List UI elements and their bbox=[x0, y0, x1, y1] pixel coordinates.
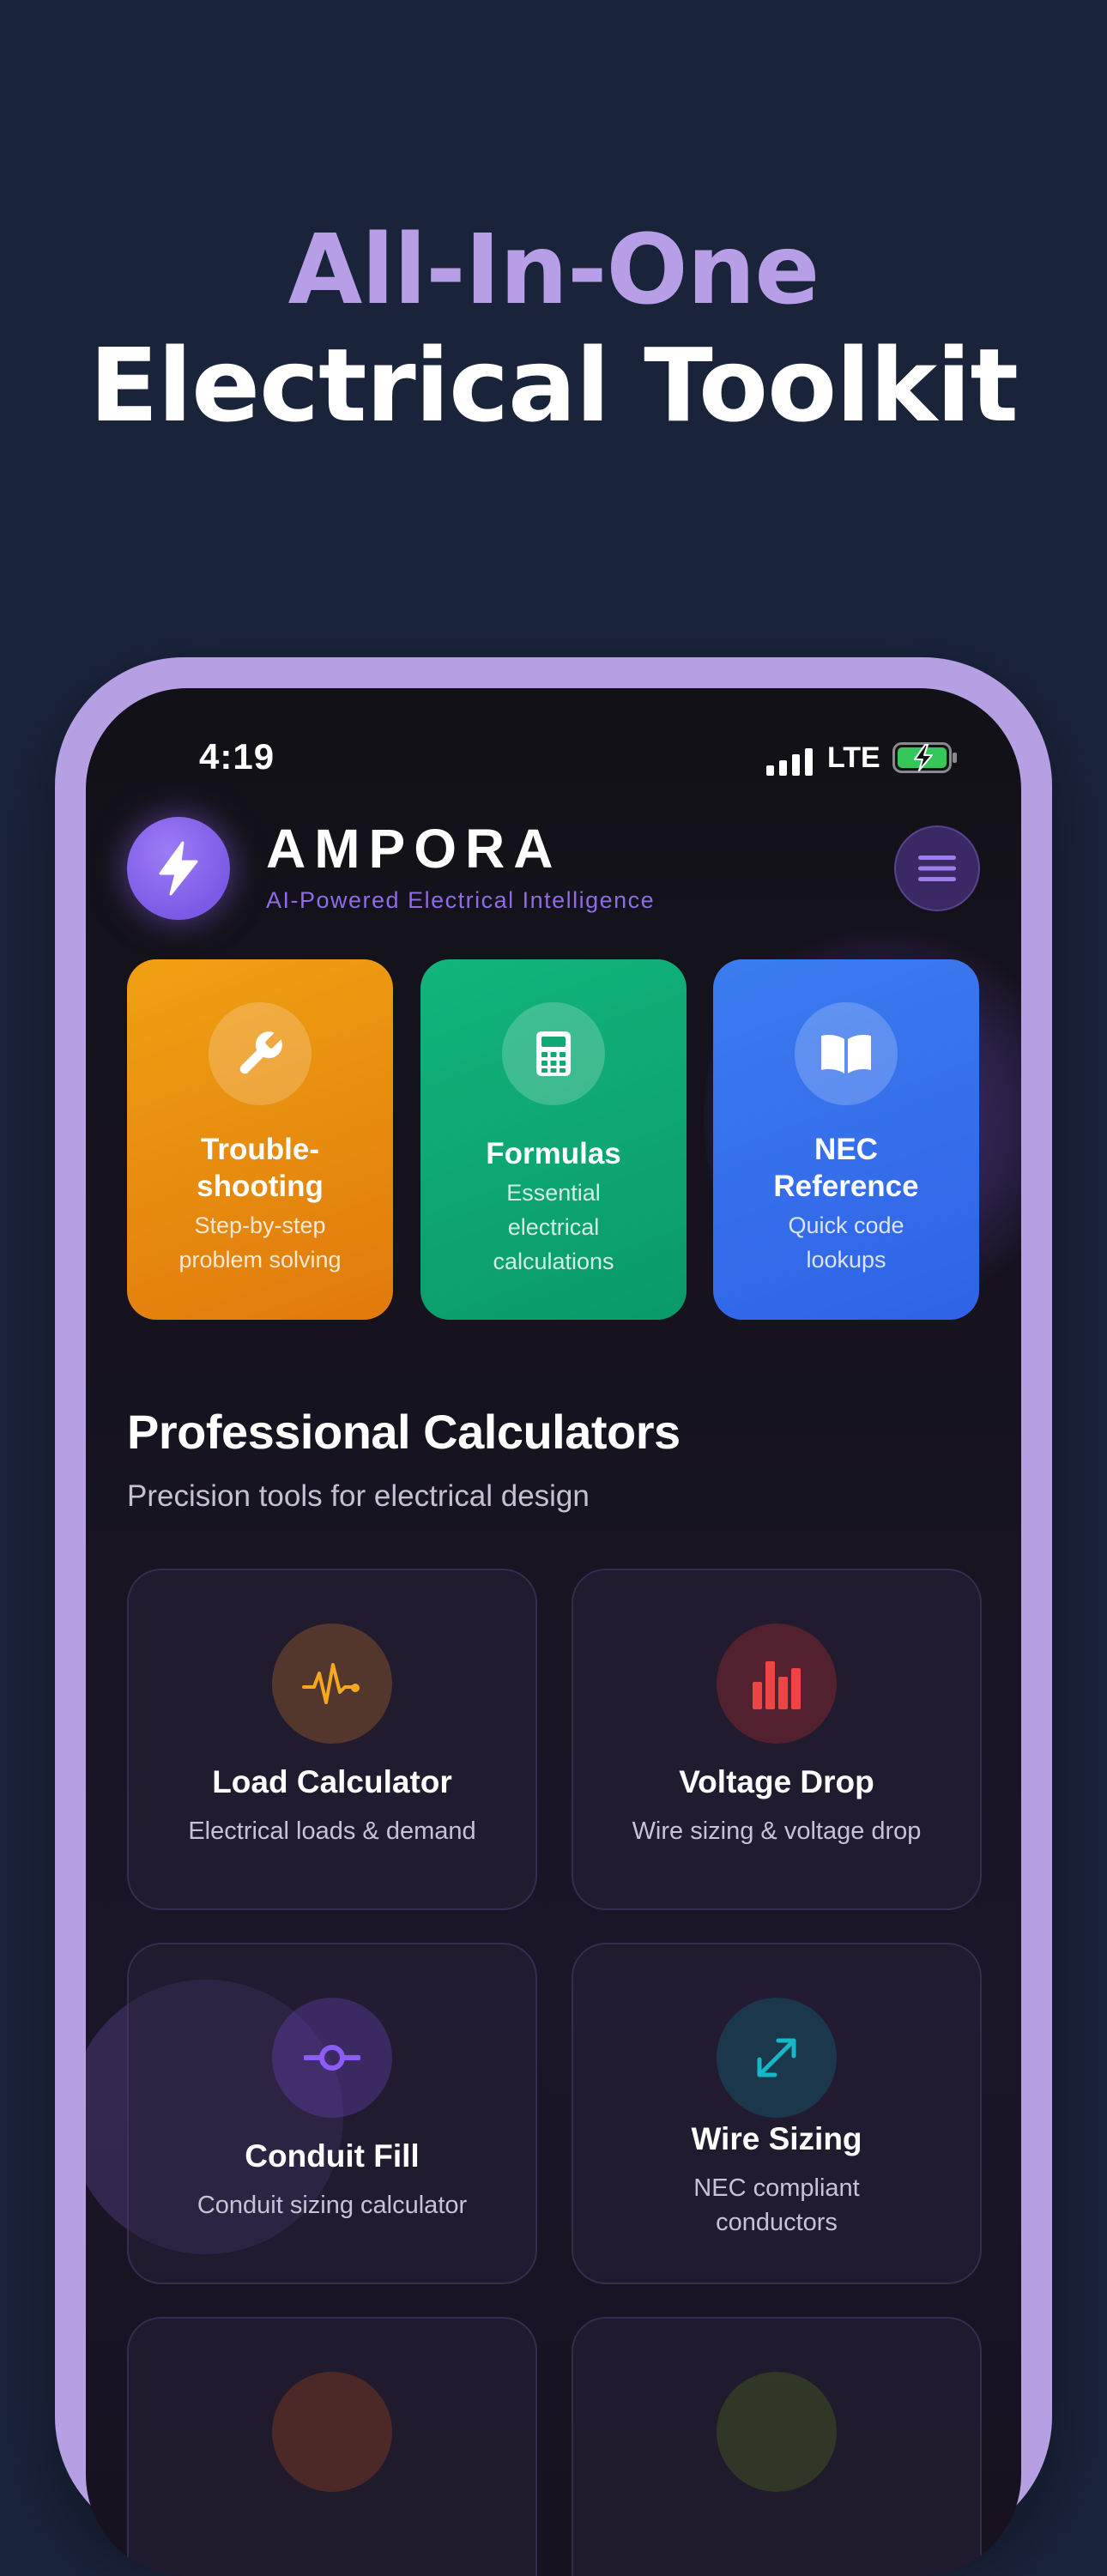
card-description: Step-by-step problem solving bbox=[178, 1212, 342, 1273]
calculator-card-partial[interactable] bbox=[127, 2317, 537, 2576]
book-icon bbox=[821, 1035, 871, 1073]
pulse-icon bbox=[302, 1663, 360, 1704]
status-bar: 4:19 LTE bbox=[86, 688, 1021, 825]
wrench-icon bbox=[239, 1031, 282, 1074]
conduit-fill-card[interactable]: Conduit Fill Conduit sizing calculator bbox=[127, 1943, 537, 2284]
signal-icon bbox=[766, 748, 813, 776]
menu-button[interactable] bbox=[894, 825, 980, 911]
calculator-icon bbox=[536, 1031, 571, 1076]
load-calculator-card[interactable]: Load Calculator Electrical loads & deman… bbox=[127, 1569, 537, 1910]
voltage-drop-card[interactable]: Voltage Drop Wire sizing & voltage drop bbox=[572, 1569, 982, 1910]
hamburger-icon bbox=[918, 856, 956, 881]
calculator-description: Wire sizing & voltage drop bbox=[632, 1817, 922, 1845]
resize-icon-circle bbox=[717, 1998, 837, 2118]
calculator-title: Conduit Fill bbox=[245, 2138, 420, 2174]
commit-icon bbox=[304, 2045, 360, 2071]
calculator-icon-circle bbox=[502, 1002, 605, 1105]
network-label: LTE bbox=[827, 741, 880, 774]
hero-line-1: All-In-One bbox=[287, 215, 820, 326]
resize-icon bbox=[757, 2038, 796, 2077]
card-title: NEC Reference bbox=[773, 1133, 919, 1203]
calculator-title: Load Calculator bbox=[212, 1764, 452, 1799]
commit-icon-circle bbox=[272, 1998, 392, 2118]
card-description: Quick code lookups bbox=[788, 1212, 904, 1273]
app-name: AMPORA bbox=[266, 818, 562, 880]
calculator-icon-circle bbox=[717, 2372, 837, 2492]
lightning-bolt-icon bbox=[159, 841, 198, 896]
bar-chart-icon-circle bbox=[717, 1624, 837, 1744]
card-title: Trouble- shooting bbox=[197, 1133, 324, 1203]
calculator-card-partial[interactable] bbox=[572, 2317, 982, 2576]
calculator-title: Wire Sizing bbox=[691, 2121, 862, 2156]
formulas-card[interactable]: Formulas Essential electrical calculatio… bbox=[420, 959, 687, 1320]
app-logo bbox=[127, 817, 230, 920]
card-description: Essential electrical calculations bbox=[493, 1180, 614, 1274]
app-tagline: AI-Powered Electrical Intelligence bbox=[266, 887, 656, 913]
wire-sizing-card[interactable]: Wire Sizing NEC compliant conductors bbox=[572, 1943, 982, 2284]
card-title: Formulas bbox=[486, 1137, 621, 1170]
section-title: Professional Calculators bbox=[127, 1405, 681, 1459]
calculator-icon-circle bbox=[272, 2372, 392, 2492]
book-icon-circle bbox=[795, 1002, 898, 1105]
calculator-description: Electrical loads & demand bbox=[188, 1817, 476, 1845]
troubleshooting-card[interactable]: Trouble- shooting Step-by-step problem s… bbox=[127, 959, 393, 1320]
bar-chart-icon bbox=[753, 1661, 801, 1709]
wrench-icon-circle bbox=[209, 1002, 312, 1105]
nec-reference-card[interactable]: NEC Reference Quick code lookups bbox=[713, 959, 979, 1320]
calculator-title: Voltage Drop bbox=[679, 1764, 874, 1799]
hero-headline: All-In-One Electrical Toolkit bbox=[0, 215, 1107, 441]
hero-line-2: Electrical Toolkit bbox=[89, 326, 1019, 444]
status-time: 4:19 bbox=[199, 736, 275, 777]
section-subtitle: Precision tools for electrical design bbox=[127, 1479, 590, 1513]
battery-charging-icon bbox=[892, 742, 957, 773]
phone-screen: 4:19 LTE AMPORA AI-Powered Electrical In… bbox=[86, 688, 1021, 2576]
calculator-description: Conduit sizing calculator bbox=[197, 2192, 468, 2219]
calculator-description: NEC compliant conductors bbox=[693, 2174, 860, 2236]
pulse-icon-circle bbox=[272, 1624, 392, 1744]
